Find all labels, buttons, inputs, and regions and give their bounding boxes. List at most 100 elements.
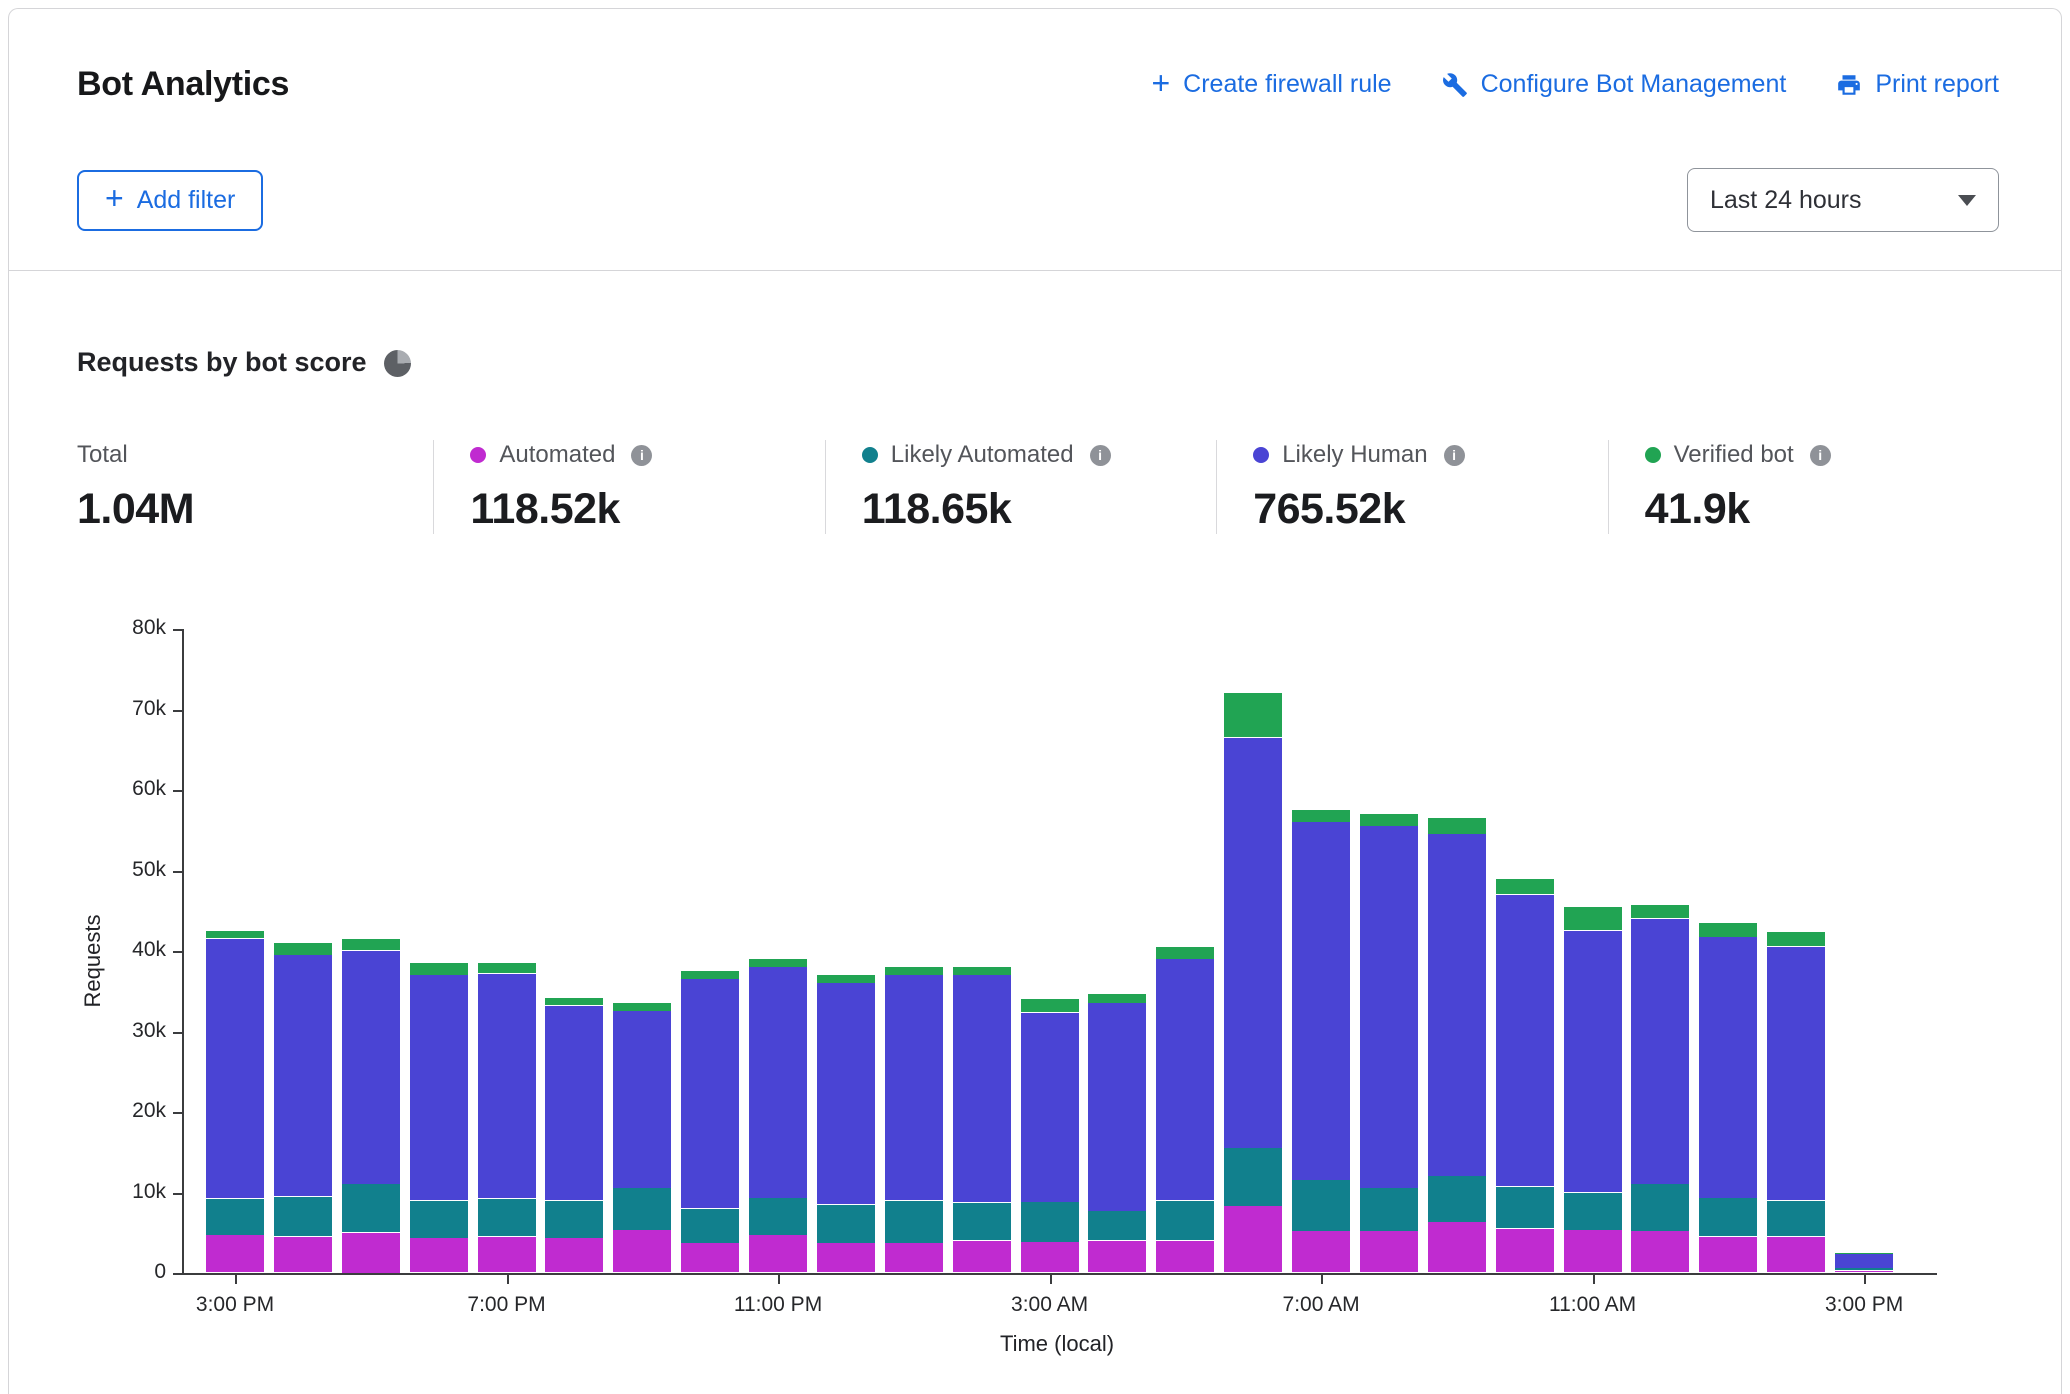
bar-segment[interactable] bbox=[1224, 1148, 1282, 1205]
bar-segment[interactable] bbox=[274, 1237, 332, 1273]
bar-segment[interactable] bbox=[342, 951, 400, 1184]
bar-segment[interactable] bbox=[1088, 994, 1146, 1003]
bar-segment[interactable] bbox=[410, 1238, 468, 1272]
bar-segment[interactable] bbox=[478, 974, 536, 1199]
bar-segment[interactable] bbox=[545, 998, 603, 1006]
bar-segment[interactable] bbox=[1224, 693, 1282, 737]
bar-segment[interactable] bbox=[1088, 1003, 1146, 1210]
bar-segment[interactable] bbox=[613, 1011, 671, 1188]
bar-segment[interactable] bbox=[681, 1243, 739, 1272]
bar-segment[interactable] bbox=[749, 1198, 807, 1235]
bar-segment[interactable] bbox=[1835, 1268, 1893, 1270]
info-icon[interactable]: i bbox=[1090, 445, 1111, 466]
bar-segment[interactable] bbox=[749, 1235, 807, 1272]
bar-segment[interactable] bbox=[817, 975, 875, 983]
bar-segment[interactable] bbox=[817, 1243, 875, 1272]
bar-segment[interactable] bbox=[1428, 834, 1486, 1176]
bar-segment[interactable] bbox=[1496, 879, 1554, 895]
configure-bot-management-link[interactable]: Configure Bot Management bbox=[1442, 70, 1787, 99]
bar-segment[interactable] bbox=[1631, 905, 1689, 918]
bar-segment[interactable] bbox=[206, 1199, 264, 1235]
bar-segment[interactable] bbox=[1021, 1013, 1079, 1202]
bar-segment[interactable] bbox=[1021, 1242, 1079, 1272]
bar-segment[interactable] bbox=[545, 1006, 603, 1200]
bar-segment[interactable] bbox=[817, 983, 875, 1204]
info-icon[interactable]: i bbox=[1810, 445, 1831, 466]
bar-segment[interactable] bbox=[206, 939, 264, 1199]
bar-segment[interactable] bbox=[410, 975, 468, 1200]
bar-segment[interactable] bbox=[1292, 822, 1350, 1180]
bar-segment[interactable] bbox=[545, 1238, 603, 1272]
bar-segment[interactable] bbox=[613, 1003, 671, 1011]
bar-segment[interactable] bbox=[1564, 1230, 1622, 1272]
bar-segment[interactable] bbox=[1156, 947, 1214, 959]
bar-segment[interactable] bbox=[1292, 1231, 1350, 1272]
bar-segment[interactable] bbox=[274, 1197, 332, 1237]
bar-segment[interactable] bbox=[478, 963, 536, 973]
bar-segment[interactable] bbox=[885, 1201, 943, 1243]
bar-segment[interactable] bbox=[885, 967, 943, 975]
bar-segment[interactable] bbox=[1564, 931, 1622, 1192]
bar-segment[interactable] bbox=[342, 1233, 400, 1273]
bar-segment[interactable] bbox=[342, 1184, 400, 1232]
bar-segment[interactable] bbox=[885, 975, 943, 1200]
bar-segment[interactable] bbox=[1835, 1254, 1893, 1268]
bar-segment[interactable] bbox=[1360, 814, 1418, 826]
print-report-link[interactable]: Print report bbox=[1836, 70, 1999, 99]
bar-segment[interactable] bbox=[1767, 932, 1825, 946]
bar-segment[interactable] bbox=[1292, 1180, 1350, 1230]
add-filter-button[interactable]: + Add filter bbox=[77, 170, 263, 231]
bar-segment[interactable] bbox=[1699, 937, 1757, 1197]
bar-segment[interactable] bbox=[1224, 1206, 1282, 1272]
bar-segment[interactable] bbox=[953, 1203, 1011, 1240]
bar-segment[interactable] bbox=[681, 971, 739, 979]
bar-segment[interactable] bbox=[1021, 999, 1079, 1012]
bar-segment[interactable] bbox=[613, 1230, 671, 1272]
bar-segment[interactable] bbox=[545, 1201, 603, 1238]
bar-segment[interactable] bbox=[1156, 959, 1214, 1200]
bar-segment[interactable] bbox=[1835, 1253, 1893, 1254]
bar-segment[interactable] bbox=[206, 1235, 264, 1272]
bar-segment[interactable] bbox=[613, 1188, 671, 1229]
bar-segment[interactable] bbox=[410, 1201, 468, 1238]
bar-segment[interactable] bbox=[1496, 1187, 1554, 1228]
bar-segment[interactable] bbox=[1156, 1201, 1214, 1241]
bar-segment[interactable] bbox=[342, 939, 400, 951]
bar-segment[interactable] bbox=[1631, 919, 1689, 1184]
bar-segment[interactable] bbox=[274, 943, 332, 955]
bar-segment[interactable] bbox=[1428, 1176, 1486, 1221]
bar-segment[interactable] bbox=[1631, 1184, 1689, 1230]
bar-segment[interactable] bbox=[681, 1209, 739, 1243]
bar-segment[interactable] bbox=[1496, 1229, 1554, 1273]
bar-segment[interactable] bbox=[1699, 1237, 1757, 1273]
bar-segment[interactable] bbox=[1631, 1231, 1689, 1272]
bar-segment[interactable] bbox=[1564, 1193, 1622, 1230]
bar-segment[interactable] bbox=[749, 959, 807, 967]
info-icon[interactable]: i bbox=[631, 445, 652, 466]
bar-segment[interactable] bbox=[1088, 1211, 1146, 1240]
bar-segment[interactable] bbox=[206, 931, 264, 939]
bar-segment[interactable] bbox=[1360, 826, 1418, 1188]
bar-segment[interactable] bbox=[953, 1241, 1011, 1273]
bar-segment[interactable] bbox=[1496, 895, 1554, 1187]
bar-segment[interactable] bbox=[478, 1237, 536, 1273]
bar-segment[interactable] bbox=[1224, 738, 1282, 1148]
bar-segment[interactable] bbox=[478, 1199, 536, 1236]
bar-segment[interactable] bbox=[1767, 947, 1825, 1200]
create-firewall-rule-link[interactable]: + Create firewall rule bbox=[1151, 70, 1391, 99]
bar-segment[interactable] bbox=[817, 1205, 875, 1243]
bar-segment[interactable] bbox=[1428, 1222, 1486, 1272]
bar-segment[interactable] bbox=[1564, 907, 1622, 931]
bar-segment[interactable] bbox=[1021, 1202, 1079, 1242]
bar-segment[interactable] bbox=[1767, 1201, 1825, 1237]
bar-segment[interactable] bbox=[1360, 1188, 1418, 1230]
bar-segment[interactable] bbox=[885, 1243, 943, 1272]
bar-segment[interactable] bbox=[1428, 818, 1486, 834]
bar-segment[interactable] bbox=[1360, 1231, 1418, 1272]
bar-segment[interactable] bbox=[1699, 1198, 1757, 1236]
bar-segment[interactable] bbox=[681, 979, 739, 1208]
bar-segment[interactable] bbox=[1156, 1241, 1214, 1273]
bar-segment[interactable] bbox=[953, 967, 1011, 975]
bar-segment[interactable] bbox=[410, 963, 468, 975]
bar-segment[interactable] bbox=[1292, 810, 1350, 822]
